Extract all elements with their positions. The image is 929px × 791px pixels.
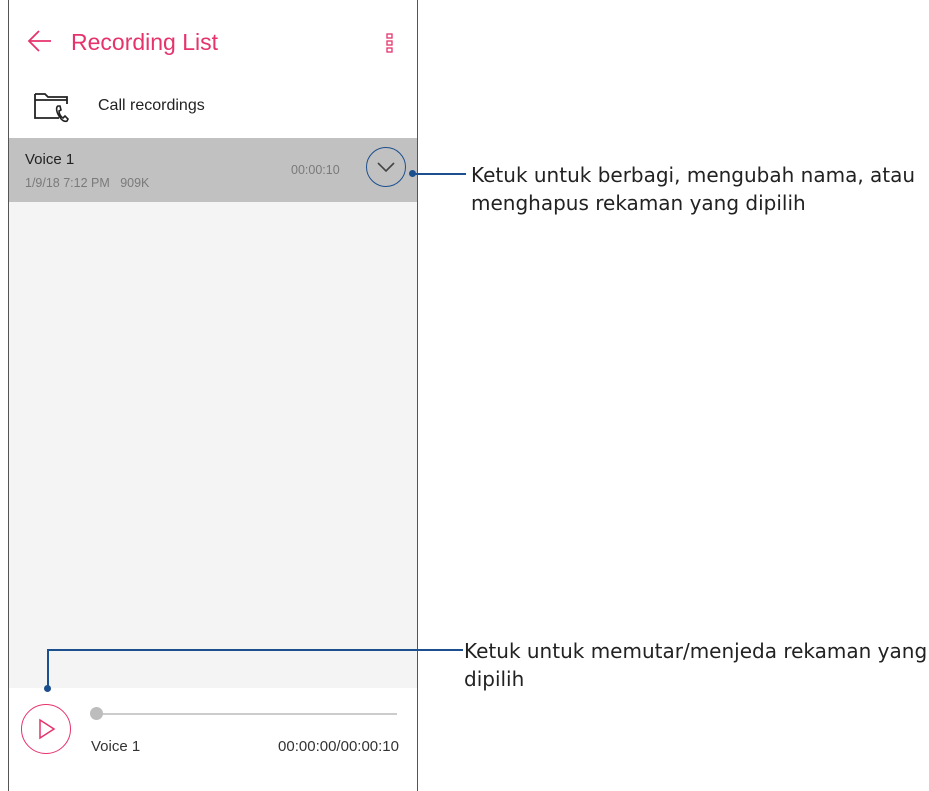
play-icon <box>39 718 56 740</box>
chevron-down-icon <box>377 162 395 173</box>
progress-knob[interactable] <box>90 707 103 720</box>
callout-line <box>47 649 49 687</box>
phone-folder-icon <box>33 88 73 124</box>
app-bar: Recording List <box>9 0 417 80</box>
annotation-line: Ketuk untuk memutar/menjeda rekaman yang <box>464 639 928 663</box>
player-track-name: Voice 1 <box>91 738 141 755</box>
list-item[interactable]: Voice 1 1/9/18 7:12 PM 909K 00:00:10 <box>9 138 417 202</box>
annotation-play: Ketuk untuk memutar/menjeda rekaman yang… <box>464 637 927 693</box>
recording-duration: 00:00:10 <box>291 163 340 177</box>
player-time: 00:00:00/00:00:10 <box>278 738 399 755</box>
annotation-line: menghapus rekaman yang dipilih <box>471 191 806 215</box>
page-title: Recording List <box>71 29 219 55</box>
progress-track[interactable] <box>95 713 397 715</box>
annotation-line: dipilih <box>464 667 525 691</box>
callout-line <box>47 649 463 651</box>
recording-name: Voice 1 <box>25 151 75 168</box>
arrow-left-icon[interactable] <box>27 28 53 54</box>
recording-list: Voice 1 1/9/18 7:12 PM 909K 00:00:10 <box>9 138 417 688</box>
callout-line <box>413 173 466 175</box>
play-button[interactable] <box>21 704 71 754</box>
annotation-line: Ketuk untuk berbagi, mengubah nama, atau <box>471 163 916 187</box>
call-recordings-folder[interactable]: Call recordings <box>9 84 417 134</box>
more-vertical-icon[interactable] <box>385 32 395 54</box>
canvas: Recording List Call recordings Voice 1 1… <box>0 0 929 791</box>
recording-meta: 1/9/18 7:12 PM 909K <box>25 176 150 190</box>
folder-label: Call recordings <box>98 97 205 114</box>
player-bar: Voice 1 00:00:00/00:00:10 <box>9 688 417 791</box>
annotation-options: Ketuk untuk berbagi, mengubah nama, atau… <box>471 161 915 217</box>
expand-options-button[interactable] <box>366 147 406 187</box>
phone-screen: Recording List Call recordings Voice 1 1… <box>8 0 418 791</box>
